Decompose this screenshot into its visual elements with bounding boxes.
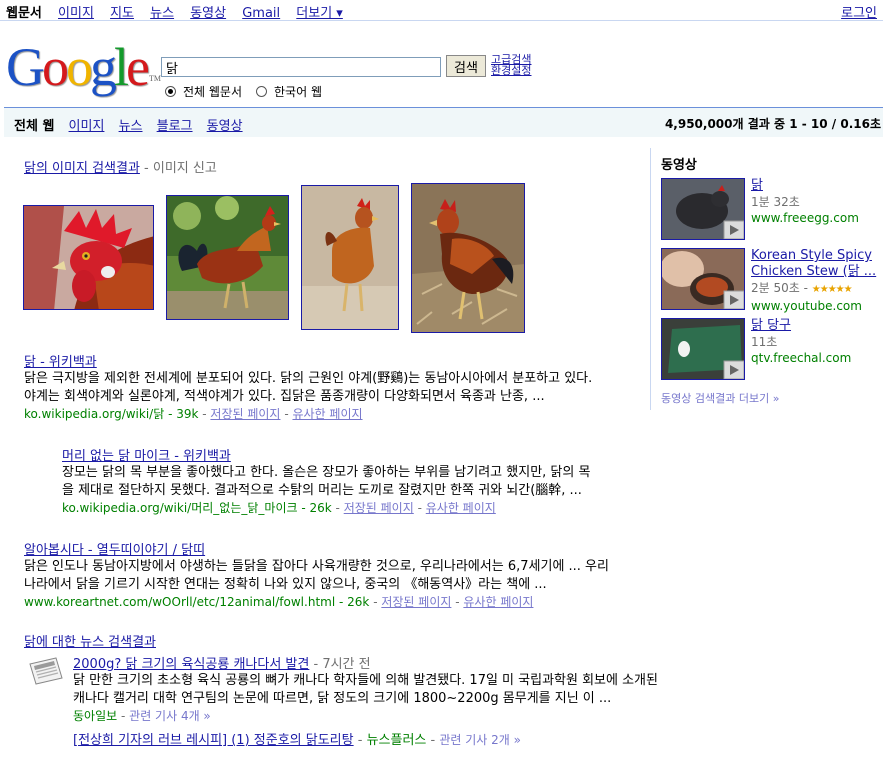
video-thumbnail[interactable] — [661, 178, 745, 240]
nav-images[interactable]: 이미지 — [58, 6, 94, 21]
image-thumbnail[interactable] — [301, 185, 399, 330]
video-thumbnail[interactable] — [661, 318, 745, 380]
news-item-2-related[interactable]: 관련 기사 2개 » — [439, 733, 521, 747]
news-source-line: 동아일보 - 관련 기사 4개 » — [73, 709, 211, 723]
search-button[interactable]: 검색 — [446, 55, 486, 77]
result-title-link[interactable]: 알아봅시다 - 열두띠이야기 / 닭띠 — [24, 539, 654, 558]
video-sidebar: 동영상 닭 1분 32초 www.freeegg.com Korean Styl… — [650, 148, 883, 410]
video-duration-line: 2분 50초 - ★★★★★ — [751, 281, 853, 295]
video-item: 닭 당구 11초 qtv.freechal.com — [661, 318, 881, 380]
result-snippet: 닭은 인도나 동남아지방에서 야생하는 들닭을 잡아다 사육개량한 것으로, 우… — [24, 559, 609, 592]
nav-web: 웹문서 — [6, 6, 42, 21]
similar-link[interactable]: 유사한 페이지 — [463, 595, 533, 609]
image-thumbnail[interactable] — [411, 183, 525, 333]
news-item-2: [전상희 기자의 러브 레시피] (1) 정준호의 닭도리탕 - 뉴스플러스 -… — [73, 733, 521, 748]
video-duration: 11초 — [751, 335, 778, 349]
cached-link[interactable]: 저장된 페이지 — [210, 407, 280, 421]
tab-all-web: 전체 웹 — [14, 119, 55, 134]
video-site: www.freeegg.com — [751, 211, 859, 225]
image-report-link[interactable]: 이미지 신고 — [153, 161, 217, 176]
tab-news[interactable]: 뉴스 — [119, 119, 143, 134]
news-related-link[interactable]: 관련 기사 4개 » — [129, 709, 211, 723]
video-heading: 동영상 — [661, 158, 697, 173]
radio-korean-web-label: 한국어 웹 — [274, 85, 322, 99]
news-item-2-source: 뉴스플러스 — [366, 733, 427, 748]
result-url: ko.wikipedia.org/wiki/머리_없는_닭_마이크 - 26k — [62, 501, 332, 515]
google-logo[interactable]: Google TM — [6, 38, 161, 96]
video-item: 닭 1분 32초 www.freeegg.com — [661, 178, 881, 240]
similar-link[interactable]: 유사한 페이지 — [426, 501, 496, 515]
news-source: 동아일보 — [73, 709, 118, 723]
cached-link[interactable]: 저장된 페이지 — [381, 595, 451, 609]
result-url-line: www.koreartnet.com/wOOrll/etc/12animal/f… — [24, 595, 534, 609]
radio-all-web[interactable] — [165, 86, 176, 97]
search-input[interactable] — [161, 57, 441, 77]
radio-korean-web[interactable] — [256, 86, 268, 97]
image-results-link[interactable]: 닭의 이미지 검색결과 — [24, 161, 140, 176]
nav-news[interactable]: 뉴스 — [150, 6, 174, 21]
result-url-line: ko.wikipedia.org/wiki/닭 - 39k - 저장된 페이지 … — [24, 407, 363, 421]
radio-all-web-label: 전체 웹문서 — [183, 85, 243, 99]
result-snippet: 닭은 극지방을 제외한 전세계에 분포되어 있다. 닭의 근원인 야계(野鷄)는… — [24, 371, 593, 404]
nav-more[interactable]: 더보기 ▾ — [296, 6, 343, 21]
cached-link[interactable]: 저장된 페이지 — [344, 501, 414, 515]
nav-video[interactable]: 동영상 — [190, 6, 226, 21]
search-scope: 전체 웹문서 한국어 웹 — [165, 83, 322, 100]
rating-stars-icon: ★★★★★ — [811, 284, 853, 295]
newspaper-icon — [28, 656, 66, 686]
video-title-link[interactable]: Korean Style Spicy Chicken Stew (닭 ... — [751, 248, 881, 280]
results-bar: 전체 웹 이미지 뉴스 블로그 동영상 4,950,000개 결과 중 1 - … — [4, 107, 883, 137]
news-results-link[interactable]: 닭에 대한 뉴스 검색결과 — [24, 635, 156, 650]
result-item: 머리 없는 닭 마이크 - 위키백과 장모는 닭의 목 부분을 좋아했다고 한다… — [62, 445, 642, 516]
image-thumbnail[interactable] — [166, 195, 289, 320]
result-url-line: ko.wikipedia.org/wiki/머리_없는_닭_마이크 - 26k … — [62, 501, 496, 515]
preferences-link[interactable]: 환경설정 — [491, 65, 531, 76]
login-link[interactable]: 로그인 — [841, 2, 877, 21]
more-videos-link[interactable]: 동영상 검색결과 더보기 » — [661, 390, 779, 406]
result-title-link[interactable]: 닭 - 위키백과 — [24, 351, 644, 370]
result-item: 닭 - 위키백과 닭은 극지방을 제외한 전세계에 분포되어 있다. 닭의 근원… — [24, 351, 644, 422]
topnav-divider — [0, 20, 883, 21]
video-title-link[interactable]: 닭 당구 — [751, 318, 881, 334]
result-item: 알아봅시다 - 열두띠이야기 / 닭띠 닭은 인도나 동남아지방에서 야생하는 … — [24, 539, 654, 610]
video-duration: 1분 32초 — [751, 195, 800, 209]
video-title-link[interactable]: 닭 — [751, 178, 881, 194]
tab-video[interactable]: 동영상 — [207, 119, 243, 134]
news-item-link[interactable]: 2000g? 닭 크기의 육식공룡 캐나다서 발견 — [73, 657, 309, 672]
video-thumbnail[interactable] — [661, 248, 745, 310]
result-url: ko.wikipedia.org/wiki/닭 - 39k — [24, 407, 199, 421]
news-results-header: 닭에 대한 뉴스 검색결과 — [24, 631, 156, 650]
news-item-2-link[interactable]: [전상희 기자의 러브 레시피] (1) 정준호의 닭도리탕 — [73, 733, 354, 748]
result-stats: 4,950,000개 결과 중 1 - 10 / 0.16초 — [664, 117, 881, 131]
similar-link[interactable]: 유사한 페이지 — [292, 407, 362, 421]
top-nav: 웹문서 이미지 지도 뉴스 동영상 Gmail 더보기 ▾ 로그인 — [0, 0, 883, 22]
nav-maps[interactable]: 지도 — [110, 6, 134, 21]
news-snippet: 닭 만한 크기의 초소형 육식 공룡의 뼈가 캐나다 학자들에 의해 발견됐다.… — [73, 673, 658, 706]
tab-blogs[interactable]: 블로그 — [157, 119, 193, 134]
news-time: 7시간 전 — [322, 657, 371, 672]
image-thumbnail[interactable] — [23, 205, 154, 310]
tab-images[interactable]: 이미지 — [69, 119, 105, 134]
video-site: www.youtube.com — [751, 299, 862, 313]
result-snippet: 장모는 닭의 목 부분을 좋아했다고 한다. 올슨은 장모가 좋아하는 부위를 … — [62, 465, 591, 498]
nav-gmail[interactable]: Gmail — [242, 6, 280, 21]
video-site: qtv.freechal.com — [751, 351, 852, 365]
image-results-header: 닭의 이미지 검색결과 - 이미지 신고 — [24, 161, 217, 176]
search-options: 고급검색 환경설정 — [491, 54, 531, 76]
video-item: Korean Style Spicy Chicken Stew (닭 ... 2… — [661, 248, 881, 313]
news-item: 2000g? 닭 크기의 육식공룡 캐나다서 발견 - 7시간 전 닭 만한 크… — [73, 653, 713, 748]
result-title-link[interactable]: 머리 없는 닭 마이크 - 위키백과 — [62, 445, 642, 464]
result-url: www.koreartnet.com/wOOrll/etc/12animal/f… — [24, 595, 370, 609]
